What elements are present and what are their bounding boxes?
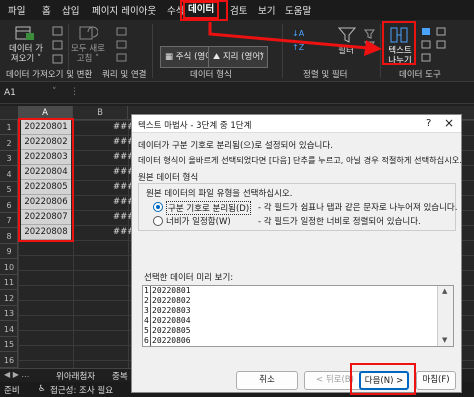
preview-row: 2 20220802 (143, 296, 191, 306)
text-import-wizard-dialog: 텍스트 마법사 - 3단계 중 1단계 ? × 데이터가 구분 기호로 분리됨(… (131, 114, 462, 395)
preview-row-value: 20220801 (152, 286, 191, 295)
data-tools-small-icons (420, 26, 450, 66)
group-data-types: 데이터 형식 (190, 70, 232, 80)
delimited-radio[interactable] (153, 202, 163, 212)
delimited-label[interactable]: 구분 기호로 분리됨(D) (166, 201, 252, 215)
preview-row-value: 20220803 (152, 306, 191, 315)
query-small-icons (115, 26, 129, 66)
scroll-up-icon[interactable]: ▲ (442, 287, 447, 295)
preview-row: 4 20220804 (143, 316, 191, 326)
preview-label: 선택한 데이터 미리 보기: (144, 273, 234, 283)
tab-review[interactable]: 검토 (230, 3, 247, 17)
preview-row-number: 1 (143, 286, 151, 296)
preview-row: 3 20220803 (143, 306, 191, 316)
preview-row-value: 20220806 (152, 336, 191, 345)
fixed-width-radio[interactable] (153, 216, 163, 226)
delimited-description: - 각 필드가 쉼표나 탭과 같은 문자로 나누어져 있습니다. (258, 203, 458, 213)
refresh-icon (78, 24, 99, 42)
name-box-dropdown-icon[interactable]: ˅ (52, 87, 57, 97)
sheet-tab-superscript[interactable]: 위아래첨자 (56, 370, 95, 382)
group-queries: 쿼리 및 연결 (102, 70, 147, 80)
formula-options-icon: ⋮ (70, 87, 79, 97)
preview-row-number: 5 (143, 326, 151, 336)
preview-row-number: 6 (143, 336, 151, 346)
tab-file[interactable]: 파일 (8, 3, 25, 17)
preview-row-value: 20220802 (152, 296, 191, 305)
highlight-next-button (350, 363, 416, 395)
dialog-title-bar: 텍스트 마법사 - 3단계 중 1단계 ? × (132, 115, 461, 133)
help-icon[interactable]: ? (426, 118, 431, 129)
status-ready: 준비 (4, 386, 20, 396)
small-data-icons (52, 26, 64, 64)
get-data-button[interactable]: 데이터 가 져오기 ˅ (4, 44, 48, 64)
group-get-transform: 데이터 가져오기 및 변환 (6, 70, 93, 80)
formula-bar: A1 ˅ ⋮ (0, 84, 474, 104)
sheet-tab-duplicate[interactable]: 중복 (112, 370, 128, 382)
preview-row-number: 4 (143, 316, 151, 326)
status-accessibility[interactable]: 접근성: 조사 필요 (50, 384, 113, 396)
tab-home[interactable]: 홈 (42, 3, 51, 17)
highlight-data-tab (180, 0, 228, 21)
accessibility-icon: ♿ (38, 384, 46, 394)
cancel-button[interactable]: 취소 (236, 371, 298, 390)
fixed-width-description: - 각 필드가 일정한 너비로 정렬되어 있습니다. (258, 217, 421, 227)
column-header-b[interactable]: B (73, 106, 128, 120)
scroll-down-icon[interactable]: ▼ (442, 336, 447, 344)
close-icon[interactable]: × (444, 116, 454, 130)
tab-page-layout[interactable]: 페이지 레이아웃 (92, 3, 156, 17)
preview-row-number: 2 (143, 296, 151, 306)
preview-row: 5 20220805 (143, 326, 191, 336)
red-arrow-icon (208, 22, 382, 56)
group-data-tools: 데이터 도구 (399, 70, 441, 80)
name-box[interactable]: A1 (4, 88, 16, 98)
preview-row-value: 20220804 (152, 316, 191, 325)
preview-scrollbar[interactable]: ▲ ▼ (437, 286, 453, 346)
highlight-column-a (18, 118, 74, 242)
file-type-prompt: 원본 데이터의 파일 유형을 선택하십시오. (146, 189, 293, 199)
preview-row: 1 20220801 (143, 286, 191, 296)
tab-help[interactable]: 도움말 (285, 3, 311, 17)
finish-button[interactable]: 마침(F) (416, 371, 456, 390)
preview-row-value: 20220805 (152, 326, 191, 335)
ribbon-tab-bar: 파일 홈 삽입 페이지 레이아웃 수식 데이터 검토 보기 도움말 (0, 0, 474, 20)
data-preview-box[interactable]: ▲ ▼ 1 20220801 2 20220802 3 20220803 4 20220804… (142, 285, 454, 347)
preview-row-number: 3 (143, 306, 151, 316)
get-data-icon (14, 24, 36, 42)
preview-row: 6 20220806 (143, 336, 191, 346)
dialog-title: 텍스트 마법사 - 3단계 중 1단계 (138, 121, 252, 131)
group-sort-filter: 정렬 및 필터 (303, 70, 348, 80)
stock-icon: ▦ (165, 52, 176, 62)
section-label: 원본 데이터 형식 (138, 173, 199, 183)
sheet-nav-icons[interactable]: ◀ ▶ … (4, 370, 29, 379)
tab-insert[interactable]: 삽입 (62, 3, 79, 17)
fixed-width-label[interactable]: 너비가 일정함(W) (166, 215, 231, 227)
refresh-all-button[interactable]: 모두 새로 고침 ˅ (68, 44, 108, 64)
dialog-info-line-1: 데이터가 구분 기호로 분리됨(으)로 설정되어 있습니다. (138, 141, 333, 151)
dialog-info-line-2: 데이터 형식이 올바르게 선택되었다면 [다음] 단추를 누르고, 아닐 경우 … (138, 155, 462, 165)
preview-rows: 1 20220801 2 20220802 3 20220803 4 20220804 5 202… (143, 286, 437, 346)
tab-view[interactable]: 보기 (258, 3, 275, 17)
